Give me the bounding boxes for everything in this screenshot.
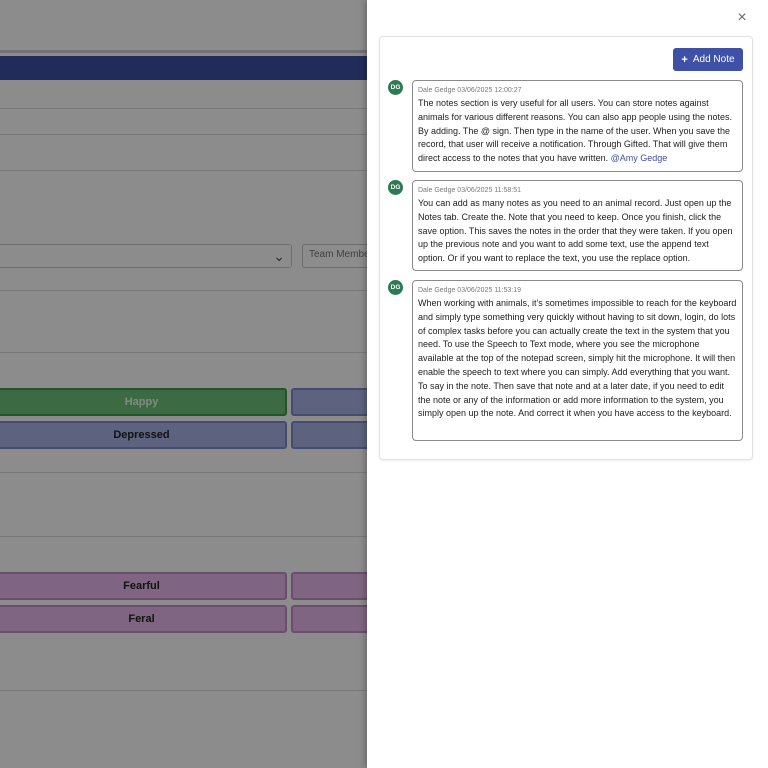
add-note-button[interactable]: + Add Note	[673, 48, 743, 71]
note-meta: Dale Gedge 03/06/2025 11:53:19	[418, 287, 522, 294]
note-bubble[interactable]: Dale Gedge 03/06/2025 12:00:27 The notes…	[412, 80, 743, 172]
note-bubble[interactable]: Dale Gedge 03/06/2025 11:58:51 You can a…	[412, 180, 743, 271]
avatar: DG	[388, 180, 403, 195]
plus-icon: +	[681, 53, 688, 66]
add-note-label: Add Note	[692, 54, 735, 65]
note-meta: Dale Gedge 03/06/2025 12:00:27	[418, 87, 522, 94]
note-text: When working with animals, it's sometime…	[418, 298, 737, 419]
notes-panel: × + Add Note DG Dale Gedge 03/06/2025 12…	[367, 0, 768, 768]
user-mention[interactable]: @Amy Gedge	[611, 153, 668, 163]
avatar: DG	[388, 280, 403, 295]
note-text: You can add as many notes as you need to…	[418, 198, 733, 264]
avatar: DG	[388, 80, 403, 95]
close-icon[interactable]: ×	[734, 10, 750, 26]
notes-card: + Add Note DG Dale Gedge 03/06/2025 12:0…	[379, 36, 753, 460]
note-text: The notes section is very useful for all…	[418, 98, 733, 164]
note-bubble[interactable]: Dale Gedge 03/06/2025 11:53:19 When work…	[412, 280, 743, 441]
note-meta: Dale Gedge 03/06/2025 11:58:51	[418, 187, 522, 194]
